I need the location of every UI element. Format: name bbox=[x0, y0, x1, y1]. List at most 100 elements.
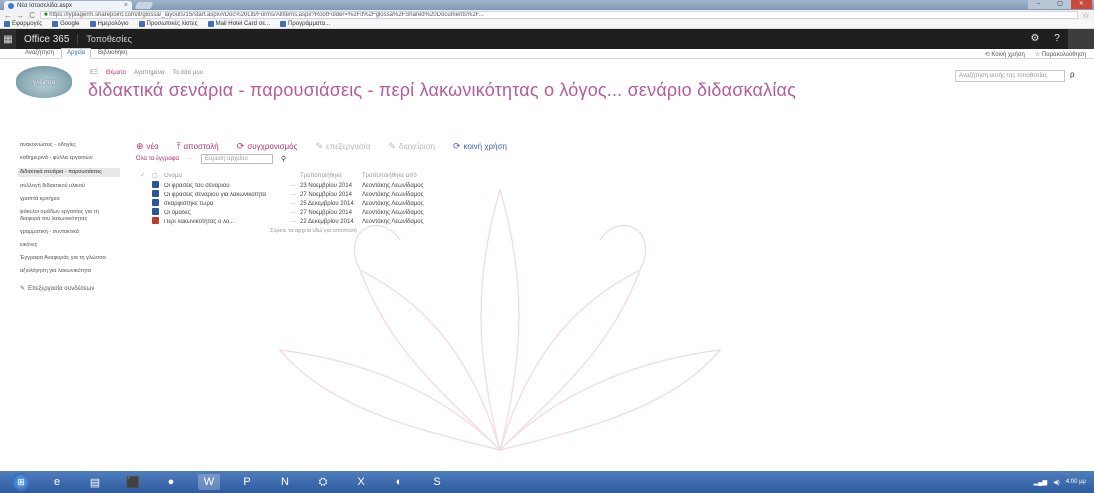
sidebar-item[interactable]: καθημερινά - φύλλα εργασιών bbox=[20, 155, 120, 162]
close-window-button[interactable]: ✕ bbox=[1070, 0, 1092, 9]
modified-by-column-header[interactable]: Τροποποιήθηκε από bbox=[362, 173, 452, 179]
breadcrumb-item[interactable]: Θέματα bbox=[106, 70, 126, 76]
taskbar-app-icon[interactable]: ⬛ bbox=[122, 474, 144, 490]
taskbar-app-icon[interactable]: S bbox=[426, 474, 448, 490]
modified-column-header[interactable]: Τροποποιήθηκε bbox=[300, 173, 362, 179]
bookmark-item[interactable]: Προγράμματα... bbox=[280, 21, 330, 27]
app-launcher-icon[interactable]: ▦ bbox=[0, 29, 16, 49]
sidebar-item[interactable]: φάκελοι ομάδων εργασίας για τη διαφορά τ… bbox=[20, 209, 120, 223]
ribbon-tab[interactable]: Αναζήτηση bbox=[20, 49, 59, 58]
minimize-button[interactable]: – bbox=[1028, 0, 1049, 9]
ribbon-tab[interactable]: Βιβλιοθήκη bbox=[93, 49, 132, 58]
forward-icon[interactable]: → bbox=[16, 11, 24, 20]
share-link[interactable]: ⟲ Κοινή χρήση bbox=[985, 51, 1025, 58]
sidebar-item[interactable]: Έγγραφα Αναφοράς για τη γλώσσα bbox=[20, 255, 120, 262]
tab-close-icon[interactable]: × bbox=[124, 2, 128, 9]
taskbar-app-icon[interactable]: e bbox=[46, 474, 68, 490]
command-button[interactable]: ⟳ συγχρονισμός bbox=[237, 141, 298, 152]
breadcrumb-item[interactable]: Αγαπημένα bbox=[134, 70, 164, 76]
browser-tab[interactable]: Νέα Ιστοσελίδα.aspx × bbox=[4, 1, 132, 10]
avatar[interactable] bbox=[1068, 29, 1094, 49]
url-text: https://lyplagerm.sharepoint.com/it/glos… bbox=[49, 12, 484, 18]
star-icon[interactable]: ☆ bbox=[1082, 11, 1090, 20]
bookmark-item[interactable]: Προσωπικές λίστες bbox=[138, 21, 198, 27]
table-row[interactable]: Οι φράσεις σενάριου για λακωνικότητα ··· 2… bbox=[140, 190, 510, 199]
modified-by-link[interactable]: Λεοντάκης Λεωνίδαμος bbox=[362, 219, 452, 225]
browser-tab-strip: Νέα Ιστοσελίδα.aspx × – ▢ ✕ bbox=[0, 0, 1094, 10]
sidebar-item[interactable]: εικόνες bbox=[20, 242, 120, 249]
table-row[interactable]: σκαρφίστηκε τώρα ··· 25 Δεκεμβρίου 2014 Λεο… bbox=[140, 199, 510, 208]
modified-by-link[interactable]: Λεοντάκης Λεωνίδαμος bbox=[362, 183, 452, 189]
drag-files-note: Σύρετε τα αρχεία εδώ για αποστολή bbox=[270, 228, 357, 234]
office-brand[interactable]: Office 365 bbox=[16, 34, 77, 45]
taskbar-app-icon[interactable]: P bbox=[236, 474, 258, 490]
view-selector[interactable]: Όλα τα έγγραφα bbox=[136, 156, 179, 162]
ribbon-tab[interactable]: Αρχεία bbox=[60, 48, 92, 59]
site-search-input[interactable]: Αναζήτηση αυτής της τοποθεσίας bbox=[955, 70, 1065, 82]
table-row[interactable]: Περί λακωνικότητας ο λό... ··· 22 Δεκεμβρί… bbox=[140, 217, 510, 226]
taskbar-app-icon[interactable]: ● bbox=[160, 474, 182, 490]
modified-by-link[interactable]: Λεοντάκης Λεωνίδαμος bbox=[362, 210, 452, 216]
bookmark-label: Ημερολόγιο bbox=[97, 21, 129, 27]
url-field[interactable]: ■ https://lyplagerm.sharepoint.com/it/gl… bbox=[40, 11, 1078, 19]
name-column-header[interactable]: Όνομα bbox=[164, 173, 286, 179]
file-name-link[interactable]: Οι φράσεις του σενάριου bbox=[164, 183, 286, 189]
sidebar-item[interactable]: γραμματική - συντακτικά bbox=[20, 229, 120, 236]
network-icon[interactable]: ▂▄▆ bbox=[1034, 479, 1047, 486]
row-menu-icon[interactable]: ··· bbox=[286, 210, 300, 216]
command-button[interactable]: ⟳ κοινή χρήση bbox=[453, 141, 507, 152]
back-icon[interactable]: ← bbox=[4, 11, 12, 20]
settings-gear-icon[interactable]: ⚙ bbox=[1024, 29, 1046, 49]
bookmark-item[interactable]: Google bbox=[52, 21, 80, 27]
taskbar-app-icon[interactable]: ◐ bbox=[388, 474, 410, 490]
maximize-button[interactable]: ▢ bbox=[1049, 0, 1070, 9]
taskbar-app-icon[interactable]: X bbox=[350, 474, 372, 490]
pdf-file-icon bbox=[152, 217, 159, 224]
file-name-link[interactable]: σκαρφίστηκε τώρα bbox=[164, 201, 286, 207]
clock[interactable]: 4:00 μμ bbox=[1066, 479, 1086, 485]
reload-icon[interactable]: C bbox=[28, 11, 36, 20]
command-button[interactable]: ⤒ αποστολή bbox=[177, 141, 219, 152]
bookmark-item[interactable]: Ημερολόγιο bbox=[89, 21, 129, 27]
file-name-link[interactable]: Οι ομάδες bbox=[164, 210, 286, 216]
row-menu-icon[interactable]: ··· bbox=[286, 192, 300, 198]
row-menu-icon[interactable]: ··· bbox=[286, 201, 300, 207]
magnifier-icon[interactable]: ⚲ bbox=[281, 155, 286, 163]
command-button[interactable]: ✎ διαχείριση bbox=[388, 141, 435, 152]
sidebar-item[interactable]: ανακοινώσεις - οδηγίες bbox=[20, 142, 120, 149]
follow-link[interactable]: ☆ Παρακολούθηση bbox=[1035, 51, 1086, 58]
sites-link[interactable]: Τοποθεσίες bbox=[77, 34, 139, 44]
breadcrumb-item[interactable]: Το σάιτ μου bbox=[172, 70, 203, 76]
find-file-input[interactable]: Εύρεση αρχείου bbox=[201, 154, 274, 164]
modified-by-link[interactable]: Λεοντάκης Λεωνίδαμος bbox=[362, 201, 452, 207]
search-icon[interactable]: ρ bbox=[1070, 70, 1075, 79]
sidebar-item[interactable]: αξιολόγηση για λακωνικότητα bbox=[20, 268, 120, 275]
sidebar-item[interactable]: συλλογή διδακτικού υλικού bbox=[20, 183, 120, 190]
row-menu-icon[interactable]: ··· bbox=[286, 183, 300, 189]
modified-by-link[interactable]: Λεοντάκης Λεωνίδαμος bbox=[362, 192, 452, 198]
taskbar-app-icon[interactable]: N bbox=[274, 474, 296, 490]
sidebar-item[interactable]: διδακτικά σενάρια - παρουσιάσεις bbox=[18, 168, 120, 177]
select-all-checkbox[interactable]: ✓ bbox=[140, 172, 152, 179]
table-row[interactable]: Οι ομάδες ··· 27 Νοεμβρίου 2014 Λεοντάκης Λ… bbox=[140, 208, 510, 217]
breadcrumb-item[interactable]: ΕΞ bbox=[90, 70, 98, 76]
file-name-link[interactable]: Οι φράσεις σενάριου για λακωνικότητα bbox=[164, 192, 286, 198]
taskbar-app-icon[interactable]: W bbox=[198, 474, 220, 490]
new-tab-button[interactable] bbox=[134, 2, 154, 9]
table-row[interactable]: Οι φράσεις του σενάριου ··· 23 Νοεμβρίου 2… bbox=[140, 181, 510, 190]
row-menu-icon[interactable]: ··· bbox=[286, 219, 300, 225]
sidebar-item[interactable]: γραπτά κριτήρια bbox=[20, 196, 120, 203]
edit-links-button[interactable]: ✎ Επεξεργασία συνδέσεων bbox=[20, 285, 120, 293]
command-button[interactable]: ✎ επεξεργασία bbox=[315, 141, 370, 152]
taskbar-app-icon[interactable]: ▤ bbox=[84, 474, 106, 490]
start-button-icon[interactable]: ⊞ bbox=[12, 473, 30, 491]
bookmark-item[interactable]: Εφαρμογές bbox=[4, 21, 42, 27]
taskbar-app-icon[interactable]: ⛭ bbox=[312, 474, 334, 490]
site-logo[interactable]: γλώσσα bbox=[16, 66, 72, 98]
help-icon[interactable]: ? bbox=[1046, 29, 1068, 49]
volume-icon[interactable]: ◀) bbox=[1053, 479, 1060, 486]
command-button[interactable]: ⊕ νέο bbox=[136, 141, 159, 152]
file-name-link[interactable]: Περί λακωνικότητας ο λό... bbox=[164, 219, 286, 225]
more-options-icon[interactable]: ··· bbox=[187, 156, 193, 162]
bookmark-item[interactable]: Mail Hotel Card σε... bbox=[207, 21, 270, 27]
